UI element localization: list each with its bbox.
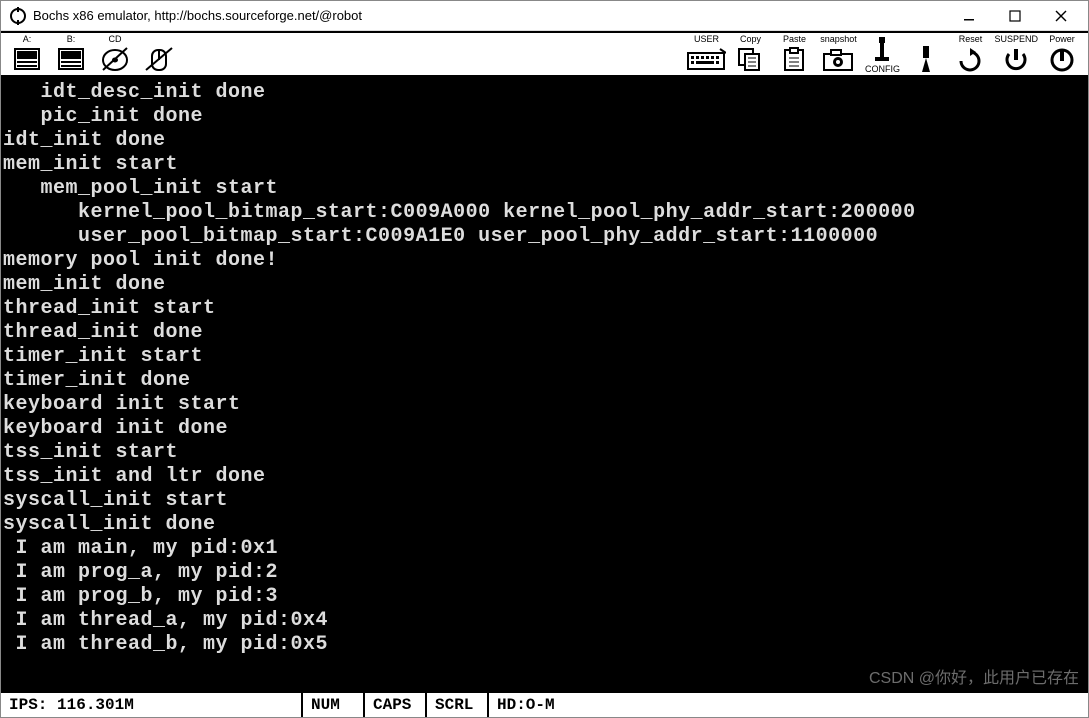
reset-icon [955,44,985,74]
toolbar: A: B: CD USER [1,31,1088,77]
user-button[interactable]: USER [686,32,726,76]
status-ips: IPS: 116.301M [1,693,301,717]
floppy-b-button[interactable]: B: [51,32,91,76]
terminal-output: idt_desc_init done pic_init done idt_ini… [1,77,1088,691]
camera-icon [821,44,855,74]
reset-button[interactable]: Reset [950,32,990,76]
copy-label: Copy [740,35,761,44]
copy-button[interactable]: Copy [730,32,770,76]
snapshot-button[interactable]: snapshot [818,32,858,76]
screwdriver-icon [916,44,936,74]
reset-label: Reset [959,35,983,44]
power-label: Power [1049,35,1075,44]
floppy-a-button[interactable]: A: [7,32,47,76]
keyboard-icon [686,44,726,74]
disc-icon [100,44,130,74]
floppy-a-label: A: [23,35,32,44]
mouse-label [158,35,161,44]
power-button[interactable]: Power [1042,32,1082,76]
mouse-button[interactable] [139,32,179,76]
paste-label: Paste [783,35,806,44]
screwdriver-label [925,35,928,44]
status-scrl: SCRL [425,693,487,717]
status-hd: HD:O-M [487,693,1088,717]
copy-icon [735,44,765,74]
status-bar: IPS: 116.301M NUM CAPS SCRL HD:O-M [1,691,1088,717]
user-label: USER [694,35,719,44]
cd-label: CD [109,35,122,44]
minimize-button[interactable] [946,1,992,31]
maximize-button[interactable] [992,1,1038,31]
power-icon [1047,44,1077,74]
cdrom-button[interactable]: CD [95,32,135,76]
window-title: Bochs x86 emulator, http://bochs.sourcef… [33,8,946,23]
close-button[interactable] [1038,1,1084,31]
suspend-icon [1001,44,1031,74]
status-num: NUM [301,693,363,717]
mouse-icon [144,44,174,74]
paste-icon [779,44,809,74]
suspend-label: SUSPEND [994,35,1038,44]
config-icon [867,35,897,65]
snapshot-label: snapshot [820,35,857,44]
titlebar: Bochs x86 emulator, http://bochs.sourcef… [1,1,1088,31]
config-button[interactable]: CONFIG [862,32,902,76]
floppy-icon [12,44,42,74]
app-icon [9,7,27,25]
suspend-button[interactable]: SUSPEND [994,32,1038,76]
floppy-icon [56,44,86,74]
screwdriver-button[interactable] [906,32,946,76]
config-label: CONFIG [865,65,900,74]
window-root: Bochs x86 emulator, http://bochs.sourcef… [1,1,1088,717]
floppy-b-label: B: [67,35,76,44]
paste-button[interactable]: Paste [774,32,814,76]
status-caps: CAPS [363,693,425,717]
